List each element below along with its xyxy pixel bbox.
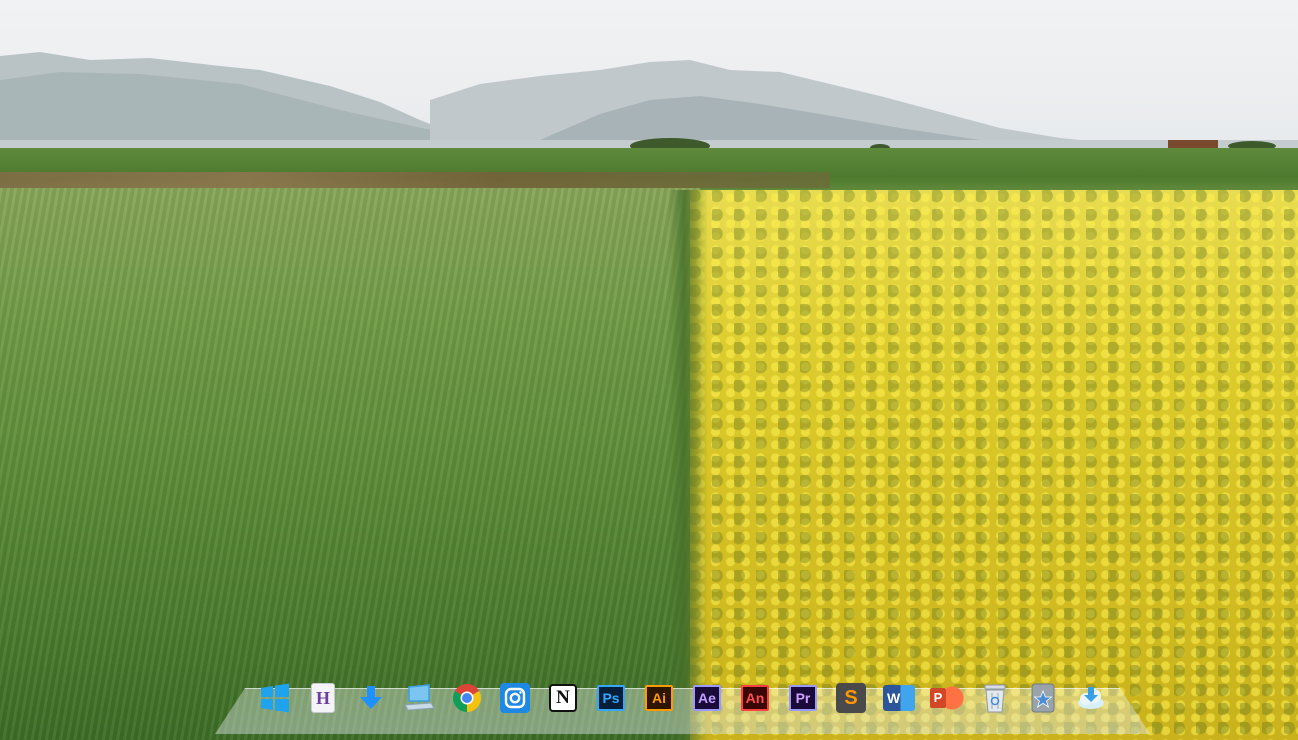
after-effects-icon-label: Ae bbox=[698, 690, 716, 706]
chrome-icon bbox=[453, 684, 481, 712]
dock-item-word[interactable]: W bbox=[875, 678, 923, 718]
after-effects-icon: Ae bbox=[693, 685, 721, 711]
cloud-icon bbox=[1078, 687, 1104, 709]
animate-icon-label: An bbox=[745, 690, 765, 706]
photoshop-icon-label: Ps bbox=[602, 690, 620, 706]
windows-logo-icon bbox=[261, 683, 289, 713]
illustrator-icon: Ai bbox=[645, 685, 673, 711]
premiere-icon: Pr bbox=[789, 685, 817, 711]
sublime-icon: S bbox=[836, 683, 866, 713]
premiere-icon-label: Pr bbox=[795, 690, 811, 706]
dock-item-instagram[interactable] bbox=[491, 678, 539, 718]
dock-item-photoshop[interactable]: Ps bbox=[587, 678, 635, 718]
notion-icon: N bbox=[549, 684, 577, 712]
dock-item-this-pc[interactable] bbox=[395, 678, 443, 718]
wallpaper-wheat-field bbox=[0, 188, 700, 740]
computer-icon bbox=[404, 684, 435, 711]
dock-item-illustrator[interactable]: Ai bbox=[635, 678, 683, 718]
recycle-bin-icon bbox=[984, 684, 1006, 713]
dock-item-chrome[interactable] bbox=[443, 678, 491, 718]
animate-icon: An bbox=[741, 685, 769, 711]
wallpaper-field-border bbox=[668, 190, 708, 740]
desktop[interactable]: H N Ps Ai Ae An Pr S W P bbox=[0, 0, 1298, 740]
dock-item-recycle-bin[interactable] bbox=[971, 678, 1019, 718]
word-icon: W bbox=[883, 685, 915, 711]
dock-item-premiere[interactable]: Pr bbox=[779, 678, 827, 718]
download-arrow-icon bbox=[360, 686, 382, 709]
wallpaper-soil bbox=[0, 172, 830, 188]
photoshop-icon: Ps bbox=[597, 685, 625, 711]
powerpoint-icon-letter: P bbox=[930, 688, 946, 708]
dock-item-hbuilder[interactable]: H bbox=[299, 678, 347, 718]
dock-item-favorites[interactable] bbox=[1019, 678, 1067, 718]
dock-item-notion[interactable]: N bbox=[539, 678, 587, 718]
sublime-icon-letter: S bbox=[844, 686, 858, 709]
dock-item-after-effects[interactable]: Ae bbox=[683, 678, 731, 718]
dock-item-animate[interactable]: An bbox=[731, 678, 779, 718]
camera-icon bbox=[500, 683, 530, 713]
star-icon bbox=[1031, 683, 1055, 713]
dock-item-windows-start[interactable] bbox=[251, 678, 299, 718]
illustrator-icon-label: Ai bbox=[652, 690, 666, 706]
dock: H N Ps Ai Ae An Pr S W P bbox=[251, 678, 1121, 718]
hbuilder-icon-letter: H bbox=[315, 687, 330, 708]
powerpoint-icon: P bbox=[930, 683, 964, 713]
notion-icon-letter: N bbox=[556, 687, 570, 708]
word-icon-letter: W bbox=[887, 690, 901, 706]
wallpaper-mountains bbox=[0, 52, 1298, 160]
dock-item-cloud-app[interactable] bbox=[1067, 678, 1115, 718]
dock-item-powerpoint[interactable]: P bbox=[923, 678, 971, 718]
dock-item-downloads[interactable] bbox=[347, 678, 395, 718]
wallpaper-rapeseed-field bbox=[690, 190, 1298, 740]
h-document-icon: H bbox=[311, 683, 335, 713]
dock-item-sublime-text[interactable]: S bbox=[827, 678, 875, 718]
